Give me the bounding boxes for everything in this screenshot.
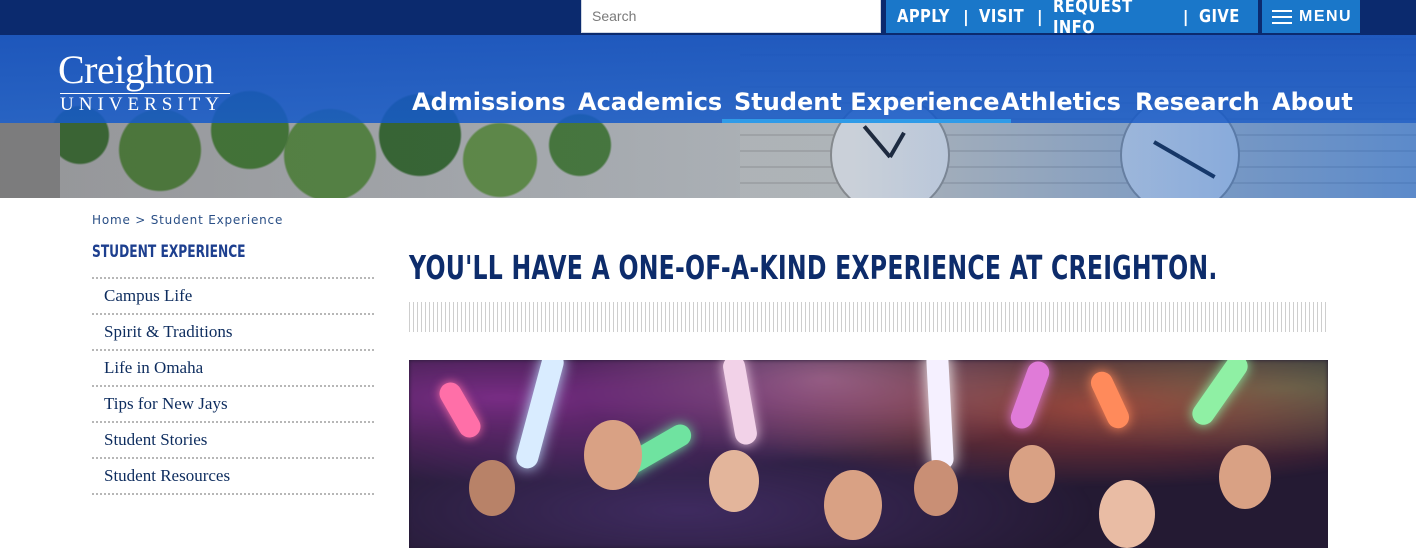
utility-bar: APPLY | VISIT | REQUEST INFO | GIVE MENU [0, 0, 1416, 38]
sidebar-item-student-stories[interactable]: Student Stories [92, 423, 374, 457]
sidebar-item: Life in Omaha [92, 351, 374, 387]
menu-label: MENU [1299, 7, 1353, 25]
page-headline: YOU'LL HAVE A ONE-OF-A-KIND EXPERIENCE A… [409, 248, 1218, 287]
sidebar-item: Tips for New Jays [92, 387, 374, 423]
hamburger-icon [1272, 9, 1292, 24]
breadcrumb-current: Student Experience [150, 213, 284, 227]
sidebar-nav: Campus Life Spirit & Traditions Life in … [92, 277, 374, 495]
sidebar-item-student-resources[interactable]: Student Resources [92, 459, 374, 493]
request-info-link[interactable]: REQUEST INFO [1053, 0, 1160, 38]
breadcrumb-home[interactable]: Home [92, 213, 131, 227]
sidebar-item-campus-life[interactable]: Campus Life [92, 279, 374, 313]
quick-link-separator: | [1182, 7, 1189, 26]
sidebar-item: Student Resources [92, 459, 374, 495]
sidebar-item-tips-for-new-jays[interactable]: Tips for New Jays [92, 387, 374, 421]
sidebar-item: Spirit & Traditions [92, 315, 374, 351]
breadcrumb: Home > Student Experience [92, 213, 283, 227]
nav-academics[interactable]: Academics [578, 85, 722, 121]
sidebar-title[interactable]: STUDENT EXPERIENCE [92, 242, 246, 262]
crowd-photo [409, 360, 1328, 548]
give-link[interactable]: GIVE [1199, 6, 1239, 27]
apply-link[interactable]: APPLY [897, 6, 951, 27]
breadcrumb-separator: > [135, 213, 147, 227]
quick-link-separator: | [963, 7, 969, 26]
visit-link[interactable]: VISIT [979, 6, 1027, 27]
nav-research[interactable]: Research [1135, 85, 1260, 121]
decorative-divider [409, 302, 1327, 332]
menu-button[interactable]: MENU [1262, 0, 1360, 33]
nav-student-experience[interactable]: Student Experience [721, 85, 1012, 123]
nav-admissions[interactable]: Admissions [412, 85, 566, 121]
search-input[interactable] [581, 0, 881, 33]
sidebar-item-spirit-traditions[interactable]: Spirit & Traditions [92, 315, 374, 349]
nav-athletics[interactable]: Athletics [1001, 85, 1121, 121]
sidebar-item: Student Stories [92, 423, 374, 459]
sidebar-item: Campus Life [92, 279, 374, 315]
main-nav: Admissions Academics Student Experience … [0, 85, 1416, 123]
nav-about[interactable]: About [1272, 85, 1353, 121]
sidebar-item-life-in-omaha[interactable]: Life in Omaha [92, 351, 374, 385]
quick-links: APPLY | VISIT | REQUEST INFO | GIVE [886, 0, 1258, 38]
quick-link-separator: | [1036, 7, 1043, 26]
